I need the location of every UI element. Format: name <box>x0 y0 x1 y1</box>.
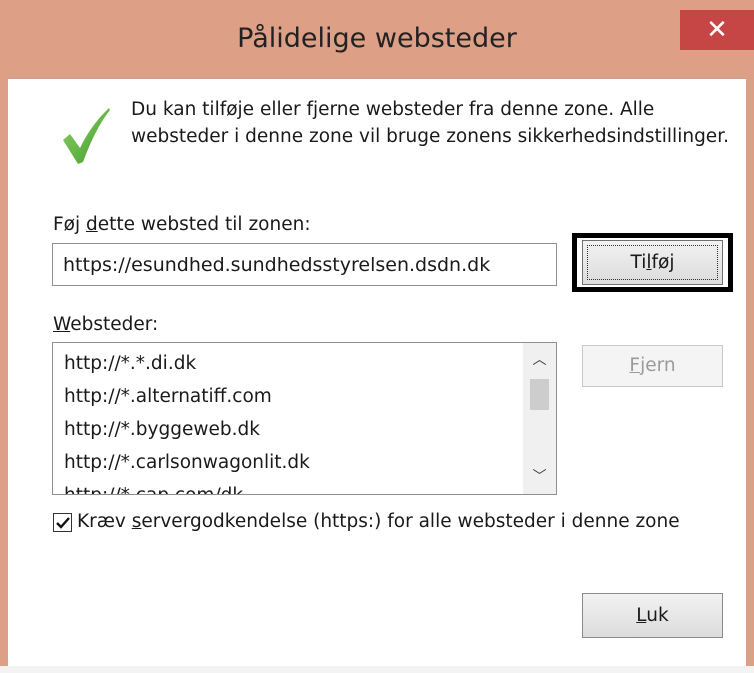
close-window-button[interactable]: ✕ <box>680 10 754 50</box>
title-bar[interactable]: Pålidelige websteder ✕ <box>0 0 754 78</box>
dialog-title: Pålidelige websteder <box>237 23 517 54</box>
add-button[interactable]: Tilføj <box>582 240 723 285</box>
require-https-checkbox[interactable] <box>53 513 72 532</box>
list-item[interactable]: http://*.*.di.dk <box>64 347 514 380</box>
close-icon: ✕ <box>706 15 728 45</box>
websites-label: Websteder: <box>53 314 159 335</box>
list-item[interactable]: http://*.alternatiff.com <box>64 380 514 413</box>
dialog-window: Pålidelige websteder ✕ Du kan tilføje el… <box>0 0 754 673</box>
list-item[interactable]: http://*.carlsonwagonlit.dk <box>64 446 514 479</box>
add-site-input[interactable] <box>52 243 557 286</box>
remove-button[interactable]: Fjern <box>582 345 723 387</box>
websites-list[interactable]: http://*.*.di.dk http://*.alternatiff.co… <box>52 342 557 495</box>
list-item[interactable]: http://*.byggeweb.dk <box>64 413 514 446</box>
websites-scrollbar[interactable]: ︿ ﹀ <box>523 343 556 494</box>
focus-rectangle <box>587 245 718 280</box>
checkbox-checkmark-icon <box>56 517 70 529</box>
zone-description: Du kan tilføje eller fjerne websteder fr… <box>131 99 729 147</box>
close-button[interactable]: Luk <box>582 593 723 638</box>
require-https-label[interactable]: Kræv servergodkendelse (https:) for alle… <box>77 511 680 532</box>
checkmark-icon <box>63 108 110 164</box>
scroll-thumb[interactable] <box>530 379 549 410</box>
scroll-down-icon[interactable]: ﹀ <box>523 462 556 492</box>
scroll-up-icon[interactable]: ︿ <box>523 345 556 375</box>
add-site-label: Føj dette websted til zonen: <box>53 214 311 235</box>
list-item[interactable]: http://*.cap.com/dk <box>64 479 514 494</box>
window-bottom-edge <box>0 666 754 673</box>
